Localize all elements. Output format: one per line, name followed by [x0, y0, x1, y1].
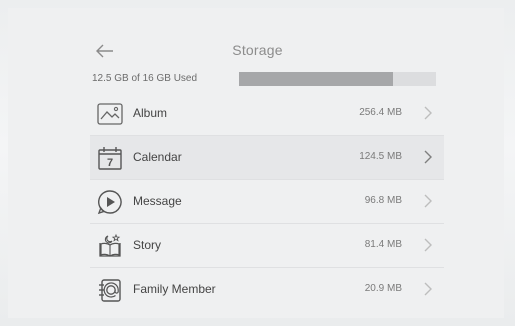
- chevron-right-icon: [424, 106, 432, 120]
- picture-icon: [97, 101, 123, 127]
- storage-list: Album 256.4 MB 7 Calendar 124.5 MB Messa…: [90, 92, 444, 311]
- list-item-family-member[interactable]: Family Member 20.9 MB: [90, 268, 444, 311]
- list-item-label: Message: [133, 194, 182, 208]
- calendar-day-number: 7: [107, 157, 113, 169]
- storage-usage-bar: [239, 72, 436, 86]
- contacts-icon: [97, 277, 123, 303]
- list-item-label: Calendar: [133, 150, 182, 164]
- page-title: Storage: [232, 42, 283, 58]
- calendar-icon: 7: [97, 145, 123, 171]
- list-item-size: 96.8 MB: [364, 195, 402, 206]
- story-icon: [97, 233, 123, 259]
- list-item-size: 124.5 MB: [359, 151, 402, 162]
- list-item-size: 81.4 MB: [364, 239, 402, 250]
- list-item-message[interactable]: Message 96.8 MB: [90, 180, 444, 224]
- list-item-size: 256.4 MB: [359, 107, 402, 118]
- list-item-story[interactable]: Story 81.4 MB: [90, 224, 444, 268]
- play-circle-icon: [97, 189, 123, 215]
- list-item-label: Story: [133, 238, 162, 252]
- chevron-right-icon: [424, 150, 432, 164]
- storage-usage-fill: [239, 72, 393, 86]
- list-item-label: Family Member: [133, 282, 216, 296]
- list-item-size: 20.9 MB: [364, 283, 402, 294]
- list-item-calendar[interactable]: 7 Calendar 124.5 MB: [90, 136, 444, 180]
- list-item-label: Album: [133, 106, 168, 120]
- list-item-album[interactable]: Album 256.4 MB: [90, 92, 444, 136]
- chevron-right-icon: [424, 194, 432, 208]
- chevron-right-icon: [424, 282, 432, 296]
- chevron-right-icon: [424, 238, 432, 252]
- storage-used-text: 12.5 GB of 16 GB Used: [92, 73, 198, 84]
